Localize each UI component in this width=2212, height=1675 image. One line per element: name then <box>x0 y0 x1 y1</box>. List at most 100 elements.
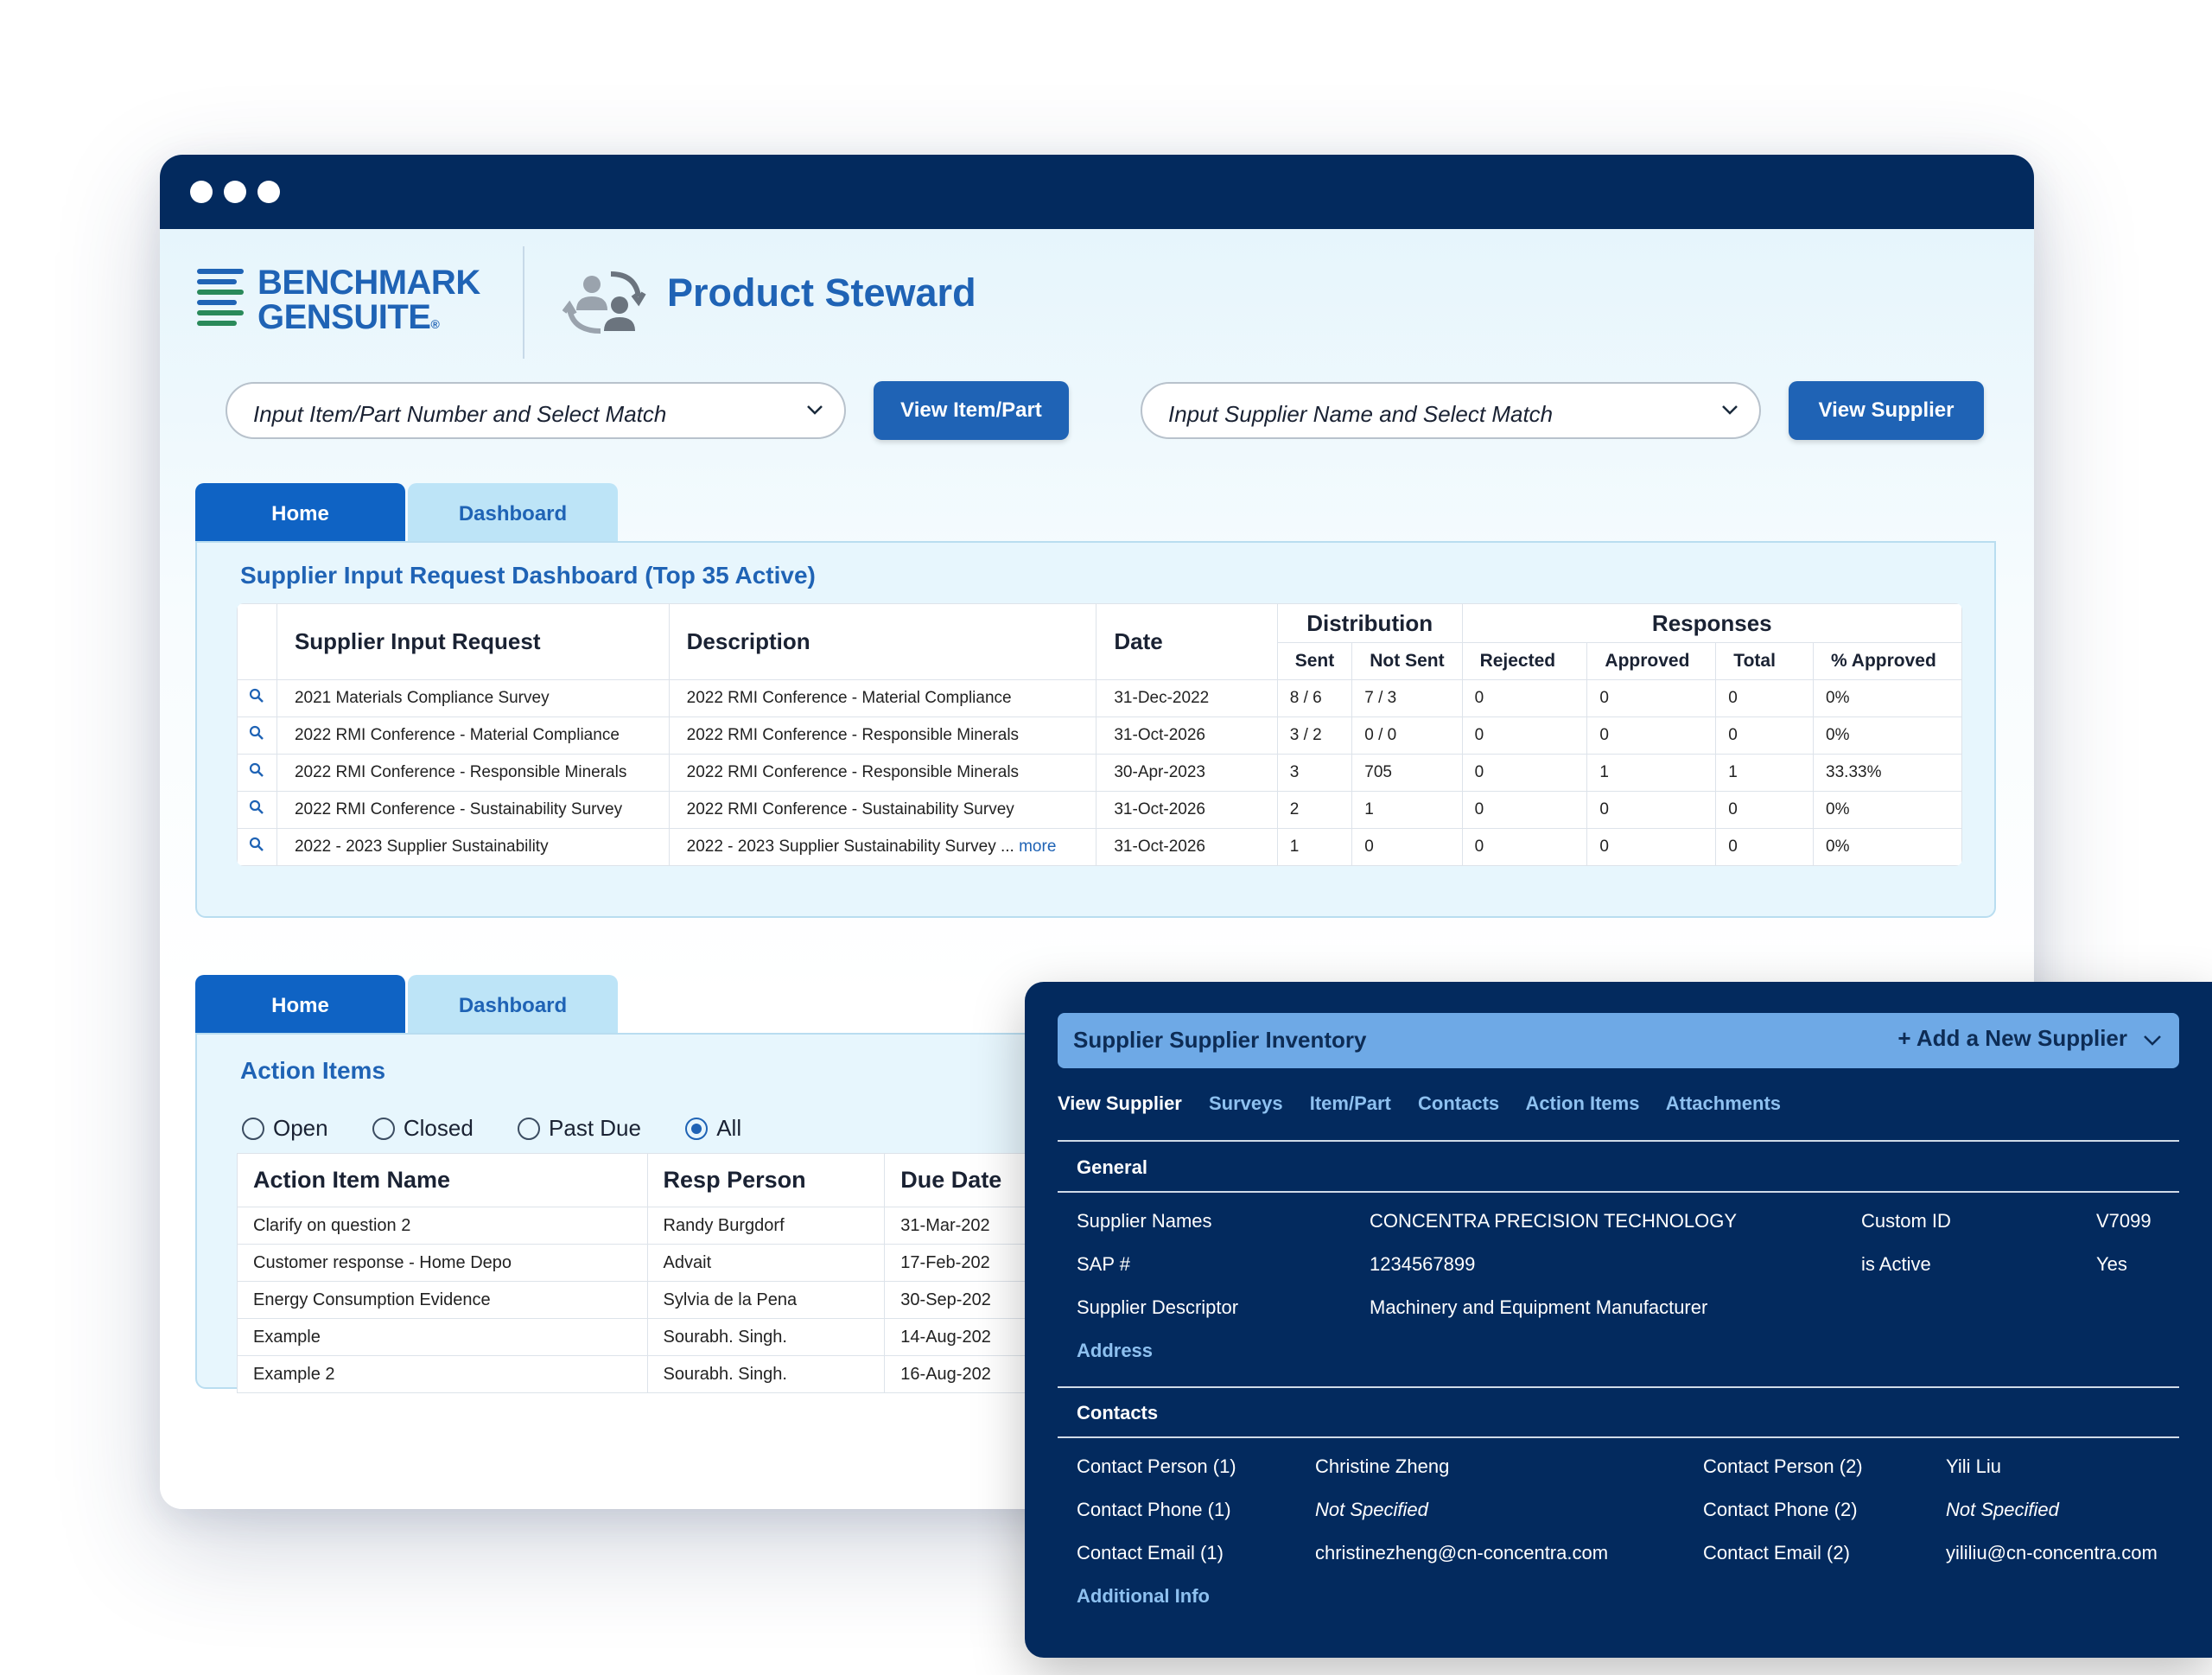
table-cell: 3 <box>1276 754 1353 792</box>
table-header-group: Responses <box>1461 603 1962 643</box>
chevron-down-icon[interactable] <box>1721 401 1738 418</box>
tab-home[interactable]: Home <box>195 483 405 542</box>
table-row[interactable]: Example 2 Sourabh. Singh. 16-Aug-202 <box>237 1355 1101 1393</box>
table-cell: 2022 RMI Conference - Sustainability Sur… <box>276 791 670 829</box>
supplier-inventory-card: Supplier Supplier Inventory + Add a New … <box>1025 982 2212 1658</box>
table-cell: 0 <box>1461 791 1588 829</box>
field-label: Contact Phone (1) <box>1077 1499 1231 1520</box>
radio-label: All <box>716 1115 742 1141</box>
field-label: Contact Person (1) <box>1077 1455 1236 1477</box>
table-cell: Randy Burgdorf <box>646 1207 886 1245</box>
chevron-down-icon[interactable] <box>806 401 823 418</box>
window-dot-icon[interactable] <box>224 181 246 203</box>
search-icon[interactable] <box>237 828 277 866</box>
field-label: Custom ID <box>1861 1210 1951 1232</box>
window-dot-icon[interactable] <box>190 181 213 203</box>
table-cell: 8 / 6 <box>1276 679 1353 717</box>
logo-line2: GENSUITE <box>257 298 431 336</box>
chevron-down-icon[interactable] <box>2141 1029 2164 1051</box>
field-label: SAP # <box>1077 1253 1130 1275</box>
item-search-combobox[interactable]: Input Item/Part Number and Select Match <box>226 382 846 439</box>
tab-view-supplier[interactable]: View Supplier <box>1058 1092 1182 1114</box>
field-value: Christine Zheng <box>1315 1455 1450 1477</box>
table-row[interactable]: Energy Consumption Evidence Sylvia de la … <box>237 1281 1101 1319</box>
logo-mark: ® <box>430 317 440 331</box>
table-row[interactable]: 2021 Materials Compliance Survey 2022 RM… <box>237 679 1962 717</box>
description-text: 2022 - 2023 Supplier Sustainability Surv… <box>686 838 1014 856</box>
action-items-filter: Open Closed Past Due All <box>242 1115 779 1142</box>
table-cell: Energy Consumption Evidence <box>237 1281 648 1319</box>
table-cell: 30-Apr-2023 <box>1096 754 1278 792</box>
field-value[interactable]: yililiu@cn-concentra.com <box>1946 1542 2158 1564</box>
tab-attachments[interactable]: Attachments <box>1666 1092 1781 1114</box>
search-icon[interactable] <box>237 791 277 829</box>
search-icon[interactable] <box>237 716 277 755</box>
radio-circle-icon[interactable] <box>242 1118 264 1140</box>
table-header: Description <box>668 603 1097 680</box>
field-value: 1234567899 <box>1370 1253 1476 1275</box>
tab-action-items[interactable]: Action Items <box>1525 1092 1639 1114</box>
table-row[interactable]: Clarify on question 2 Randy Burgdorf 31-Ma… <box>237 1207 1101 1245</box>
table-cell: 0 <box>1586 791 1717 829</box>
table-header: Resp Person <box>646 1153 886 1207</box>
radio-closed[interactable]: Closed <box>372 1115 474 1142</box>
table-cell: 0 <box>1715 716 1815 755</box>
table-cell: 2022 RMI Conference - Responsible Minera… <box>668 716 1097 755</box>
radio-label: Closed <box>403 1115 474 1141</box>
tab-item-part[interactable]: Item/Part <box>1310 1092 1391 1114</box>
table-cell: 0 <box>1351 828 1463 866</box>
table-cell: 0% <box>1813 828 1962 866</box>
radio-past-due[interactable]: Past Due <box>518 1115 641 1142</box>
table-row[interactable]: Customer response - Home Depo Advait 17-Fe… <box>237 1244 1101 1282</box>
view-supplier-button[interactable]: View Supplier <box>1789 381 1984 440</box>
divider <box>1058 1386 2179 1388</box>
table-cell: Example 2 <box>237 1355 648 1393</box>
additional-info-link[interactable]: Additional Info <box>1077 1585 1210 1608</box>
field-value: Machinery and Equipment Manufacturer <box>1370 1296 1708 1318</box>
search-icon[interactable] <box>237 679 277 717</box>
radio-circle-icon[interactable] <box>518 1118 541 1140</box>
radio-all[interactable]: All <box>685 1115 741 1142</box>
radio-open[interactable]: Open <box>242 1115 328 1142</box>
table-cell: Advait <box>646 1244 886 1282</box>
field-value[interactable]: christinezheng@cn-concentra.com <box>1315 1542 1608 1564</box>
table-cell: 2022 RMI Conference - Responsible Minera… <box>668 754 1097 792</box>
add-new-supplier-button[interactable]: + Add a New Supplier <box>1897 1025 2127 1052</box>
table-subheader: % Approved <box>1813 642 1962 680</box>
field-value: V7099 <box>2096 1210 2152 1232</box>
field-label: Contact Email (2) <box>1703 1542 1850 1564</box>
tab-surveys[interactable]: Surveys <box>1209 1092 1283 1114</box>
radio-selected-icon[interactable] <box>685 1118 709 1140</box>
supplier-search-combobox[interactable]: Input Supplier Name and Select Match <box>1141 382 1761 439</box>
table-cell: 33.33% <box>1813 754 1962 792</box>
contacts-section-title: Contacts <box>1077 1402 1159 1423</box>
supplier-input-request-table: Supplier Input Request Description Date … <box>237 603 1962 866</box>
table-row[interactable]: 2022 RMI Conference - Material Complianc… <box>237 716 1962 755</box>
table-row[interactable]: 2022 - 2023 Supplier Sustainability 2022… <box>237 828 1962 866</box>
more-link[interactable]: more <box>1019 838 1056 856</box>
radio-label: Past Due <box>549 1115 641 1141</box>
window-dot-icon[interactable] <box>257 181 280 203</box>
table-cell: 2022 RMI Conference - Material Complianc… <box>668 679 1097 717</box>
tab-contacts[interactable]: Contacts <box>1418 1092 1499 1114</box>
window-titlebar <box>160 155 2034 229</box>
tab-home[interactable]: Home <box>195 975 405 1034</box>
table-row[interactable]: 2022 RMI Conference - Responsible Minera… <box>237 754 1962 792</box>
table-subheader: Rejected <box>1461 642 1588 680</box>
table-row[interactable]: Example Sourabh. Singh. 14-Aug-202 <box>237 1318 1101 1356</box>
search-icon[interactable] <box>237 754 277 792</box>
table-cell: Clarify on question 2 <box>237 1207 648 1245</box>
table-cell: 31-Oct-2026 <box>1096 828 1278 866</box>
table-header-blank <box>237 603 277 680</box>
table-cell: 0 <box>1461 716 1588 755</box>
field-label: Contact Phone (2) <box>1703 1499 1858 1520</box>
tab-dashboard[interactable]: Dashboard <box>408 975 618 1034</box>
table-row[interactable]: 2022 RMI Conference - Sustainability Sur… <box>237 791 1962 829</box>
view-item-part-button[interactable]: View Item/Part <box>874 381 1069 440</box>
radio-circle-icon[interactable] <box>372 1118 395 1140</box>
tab-dashboard[interactable]: Dashboard <box>408 483 618 542</box>
address-link[interactable]: Address <box>1077 1340 1153 1362</box>
table-cell: 705 <box>1351 754 1463 792</box>
supplier-inventory-header[interactable]: Supplier Supplier Inventory + Add a New … <box>1058 1013 2179 1068</box>
table-cell: 2 <box>1276 791 1353 829</box>
